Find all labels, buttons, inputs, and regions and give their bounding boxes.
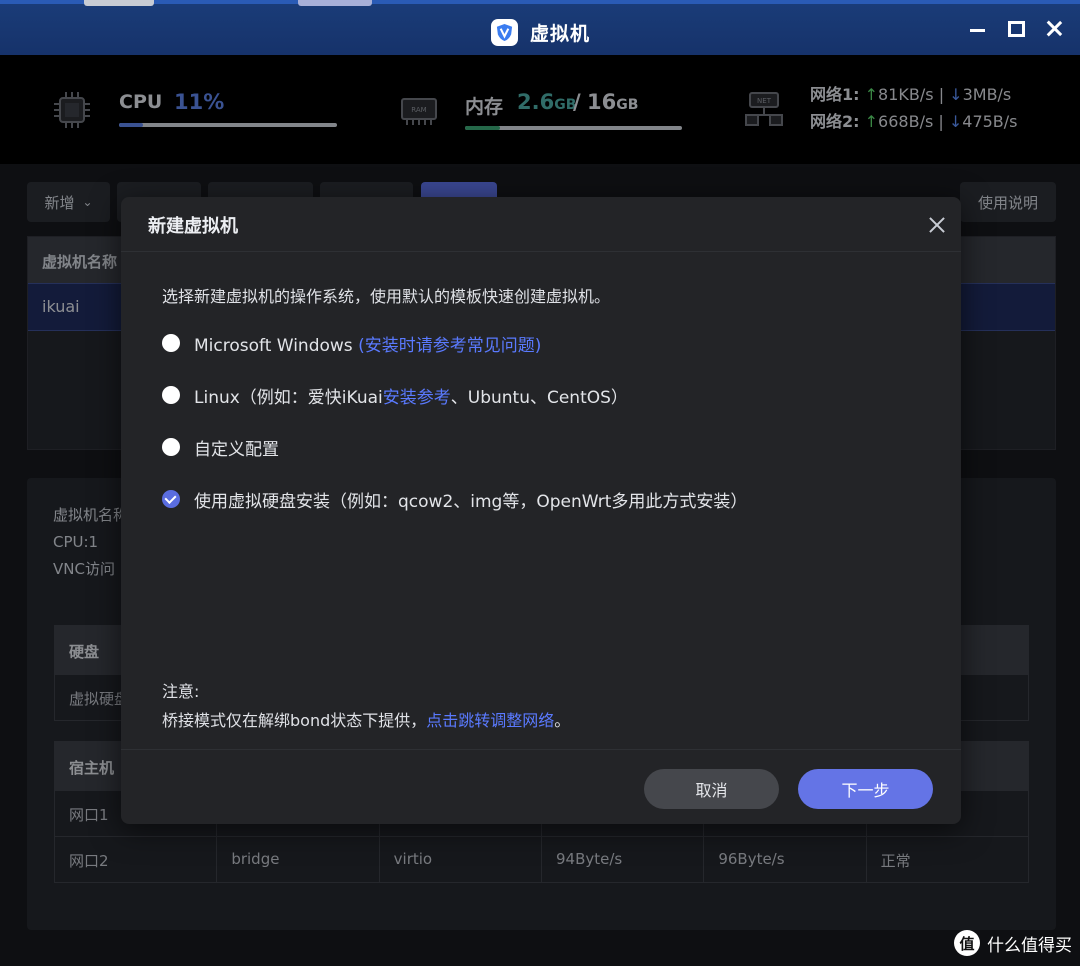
title-bar: 虚拟机 (0, 0, 1080, 55)
maximize-icon[interactable] (1008, 20, 1025, 37)
watermark-logo: 值 (954, 930, 980, 956)
dialog-header: 新建虚拟机 (121, 197, 961, 252)
radio-button[interactable] (162, 438, 180, 456)
radio-button-checked[interactable] (162, 490, 180, 508)
option-custom[interactable]: 自定义配置 (162, 435, 279, 460)
watermark: 值 什么值得买 (954, 930, 1072, 956)
option-virtual-disk[interactable]: 使用虚拟硬盘安装（例如：qcow2、img等，OpenWrt多用此方式安装） (162, 487, 747, 512)
cancel-button[interactable]: 取消 (644, 769, 779, 809)
option-linux[interactable]: Linux（例如：爱快iKuai安装参考、Ubuntu、CentOS） (162, 383, 628, 408)
install-reference-link[interactable]: 安装参考 (383, 388, 451, 408)
close-icon[interactable] (929, 217, 945, 233)
dialog-title: 新建虚拟机 (148, 216, 238, 237)
window-title: 虚拟机 (530, 22, 591, 45)
dialog-description: 选择新建虚拟机的操作系统，使用默认的模板快速创建虚拟机。 (162, 287, 611, 306)
adjust-network-link[interactable]: 点击跳转调整网络 (426, 711, 554, 730)
app-logo (491, 18, 518, 46)
vm-window: 虚拟机 CPU 11% RAM 内存 2.6GB / 16GB NET 网络1:… (0, 0, 1080, 966)
radio-button[interactable] (162, 334, 180, 352)
radio-button[interactable] (162, 386, 180, 404)
next-button[interactable]: 下一步 (798, 769, 933, 809)
windows-faq-link[interactable]: (安装时请参考常见问题) (358, 336, 541, 356)
minimize-icon[interactable] (970, 20, 986, 36)
notice: 注意: 桥接模式仅在解绑bond状态下提供，点击跳转调整网络。 (162, 682, 571, 730)
taskbar-thumbnails (84, 0, 374, 8)
new-vm-dialog: 新建虚拟机 选择新建虚拟机的操作系统，使用默认的模板快速创建虚拟机。 Micro… (121, 197, 961, 824)
option-windows[interactable]: Microsoft Windows (安装时请参考常见问题) (162, 331, 541, 356)
dialog-footer: 取消 下一步 (121, 749, 961, 824)
close-icon[interactable] (1046, 20, 1062, 36)
